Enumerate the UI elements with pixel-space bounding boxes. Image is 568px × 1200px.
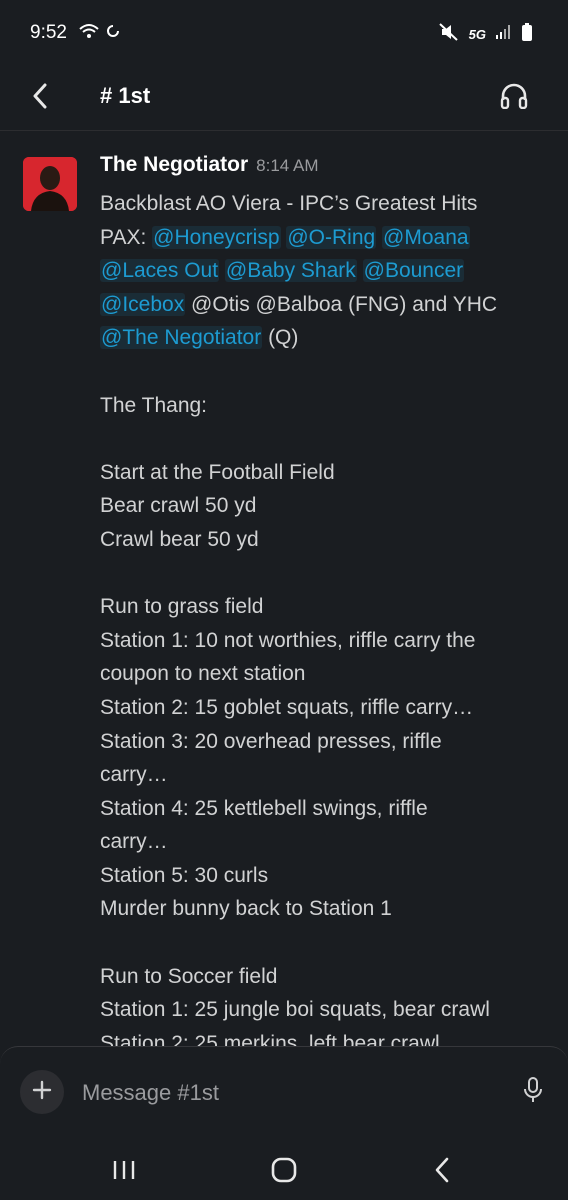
mention-link[interactable]: @Icebox [100, 292, 186, 316]
message-text-segment: Station 4: 25 kettlebell swings, riffle [100, 796, 428, 820]
message-line: Start at the Football Field [100, 456, 550, 490]
headphones-icon [500, 83, 528, 114]
message-text-segment: Station 2: 15 goblet squats, riffle carr… [100, 695, 474, 719]
avatar[interactable] [23, 157, 77, 211]
mention-link[interactable]: @Bouncer [362, 259, 465, 283]
message-text-segment: Station 3: 20 overhead presses, riffle [100, 729, 442, 753]
timestamp: 8:14 AM [256, 156, 319, 175]
home-button[interactable] [259, 1152, 309, 1192]
message-text-segment: Station 5: 30 curls [100, 863, 269, 887]
message-line [100, 926, 550, 960]
message-text-segment: Run to grass field [100, 595, 264, 619]
message-line [100, 355, 550, 389]
message-text-segment: @Otis @Balboa (FNG) and YHC [185, 292, 498, 316]
message-line: Bear crawl 50 yd [100, 489, 550, 523]
message-text-segment: Backblast AO Viera - IPC’s Greatest Hits [100, 192, 478, 215]
message-text-segment: Start at the Football Field [100, 460, 335, 484]
message-text-segment [357, 259, 363, 282]
message-header: The Negotiator 8:14 AM [100, 153, 550, 187]
mention-link[interactable]: @Baby Shark [224, 259, 357, 283]
mention-link[interactable]: @Honeycrisp [152, 225, 281, 249]
message-text-segment: PAX: [100, 225, 153, 249]
message-line: Station 2: 15 goblet squats, riffle carr… [100, 691, 550, 725]
microphone-icon [523, 1076, 543, 1109]
message-line: carry… [100, 825, 550, 859]
status-right-icons: 5G [438, 23, 532, 46]
message-text: Backblast AO Viera - IPC’s Greatest Hits… [100, 187, 550, 1046]
message-line: Run to grass field [100, 590, 550, 624]
message-line: @Laces Out @Baby Shark @Bouncer [100, 254, 550, 288]
message-line [100, 422, 550, 456]
status-left-icons [78, 22, 120, 45]
message-text-segment: Bear crawl 50 yd [100, 494, 257, 518]
author-name[interactable]: The Negotiator [100, 153, 248, 177]
message-line: @The Negotiator (Q) [100, 321, 550, 355]
message-text-segment: carry… [100, 830, 168, 854]
message-text-segment: coupon to next station [100, 662, 306, 686]
sync-icon [106, 23, 120, 44]
wifi-calling-icon [78, 22, 100, 45]
nav-back-button[interactable] [417, 1152, 467, 1192]
message-line [100, 557, 550, 591]
plus-icon [32, 1080, 52, 1105]
message-text-segment: Run to Soccer field [100, 964, 278, 988]
mention-link[interactable]: @Laces Out [100, 259, 220, 283]
mute-icon [438, 23, 459, 46]
chevron-left-icon [32, 83, 48, 114]
message-line: Station 3: 20 overhead presses, riffle [100, 725, 550, 759]
message-text-segment: The Thang: [100, 393, 208, 417]
message-line: coupon to next station [100, 657, 550, 691]
message-line: The Thang: [100, 389, 550, 423]
home-icon [271, 1157, 297, 1188]
message-line: Station 4: 25 kettlebell swings, riffle [100, 792, 550, 826]
message-list[interactable]: The Negotiator 8:14 AM Backblast AO Vier… [0, 131, 568, 1046]
battery-icon [522, 23, 532, 46]
message-text-segment: (Q) [262, 326, 299, 350]
mention-link[interactable]: @The Negotiator [100, 326, 263, 350]
message-line: Station 5: 30 curls [100, 859, 550, 893]
message-line: Murder bunny back to Station 1 [100, 892, 550, 926]
message-line: PAX: @Honeycrisp @O-Ring @Moana [100, 221, 550, 255]
back-button[interactable] [22, 80, 58, 116]
channel-header: # 1st [0, 68, 568, 131]
status-time: 9:52 [30, 22, 67, 43]
message-text-segment: carry… [100, 763, 168, 787]
message-line: Station 2: 25 merkins, left bear crawl [100, 1027, 550, 1046]
mention-link[interactable]: @Moana [382, 225, 470, 249]
message-line: @Icebox @Otis @Balboa (FNG) and YHC [100, 288, 550, 322]
recents-button[interactable] [99, 1152, 149, 1192]
message-composer [0, 1046, 568, 1145]
huddle-button[interactable] [496, 80, 532, 116]
message-text-segment: Murder bunny back to Station 1 [100, 897, 392, 921]
message-line: Backblast AO Viera - IPC’s Greatest Hits [100, 187, 550, 221]
message-text-segment [219, 259, 225, 282]
recents-icon [112, 1159, 136, 1186]
signal-icon [496, 25, 512, 44]
channel-title[interactable]: # 1st [100, 83, 150, 109]
add-button[interactable] [20, 1070, 64, 1114]
message-line: Station 1: 10 not worthies, riffle carry… [100, 624, 550, 658]
message-input[interactable] [82, 1075, 502, 1111]
back-icon [434, 1157, 450, 1188]
message: The Negotiator 8:14 AM Backblast AO Vier… [100, 153, 550, 1046]
message-line: Station 1: 25 jungle boi squats, bear cr… [100, 993, 550, 1027]
network-label: 5G [468, 27, 486, 42]
screen: 9:52 5G # 1st The Negotiator 8:14 AM Bac… [0, 0, 568, 1200]
status-bar: 9:52 5G [0, 0, 568, 68]
message-line: carry… [100, 758, 550, 792]
message-line: Crawl bear 50 yd [100, 523, 550, 557]
mention-link[interactable]: @O-Ring [286, 225, 377, 249]
message-text-segment: Station 2: 25 merkins, left bear crawl [100, 1031, 440, 1046]
message-text-segment: Station 1: 10 not worthies, riffle carry… [100, 628, 476, 652]
system-nav-bar [0, 1144, 568, 1200]
message-text-segment: Crawl bear 50 yd [100, 527, 259, 551]
microphone-button[interactable] [518, 1075, 548, 1109]
message-text-segment: Station 1: 25 jungle boi squats, bear cr… [100, 998, 490, 1022]
message-line: Run to Soccer field [100, 960, 550, 994]
